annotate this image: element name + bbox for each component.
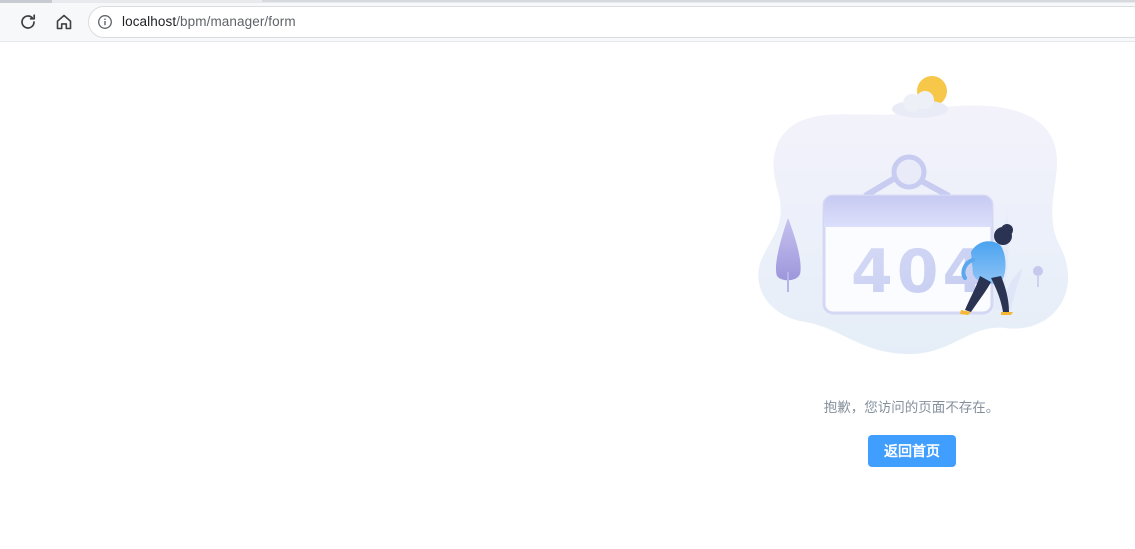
address-bar[interactable]: localhost/bpm/manager/form [88,6,1135,38]
404-code: 404 [851,237,988,307]
url-host: localhost [122,14,177,29]
url-path: /bpm/manager/form [176,14,296,29]
home-button[interactable] [50,8,78,36]
reload-icon [18,12,38,32]
error-message: 抱歉，您访问的页面不存在。 [823,400,1000,416]
browser-toolbar: localhost/bpm/manager/form [0,3,1135,42]
404-illustration: 404 [755,72,1073,362]
home-icon [54,12,74,32]
site-info-icon[interactable] [96,13,114,31]
url-text[interactable]: localhost/bpm/manager/form [122,14,296,29]
back-to-home-button[interactable]: 返回首页 [868,435,956,467]
reload-button[interactable] [14,8,42,36]
tab-strip-edge [262,0,1135,2]
